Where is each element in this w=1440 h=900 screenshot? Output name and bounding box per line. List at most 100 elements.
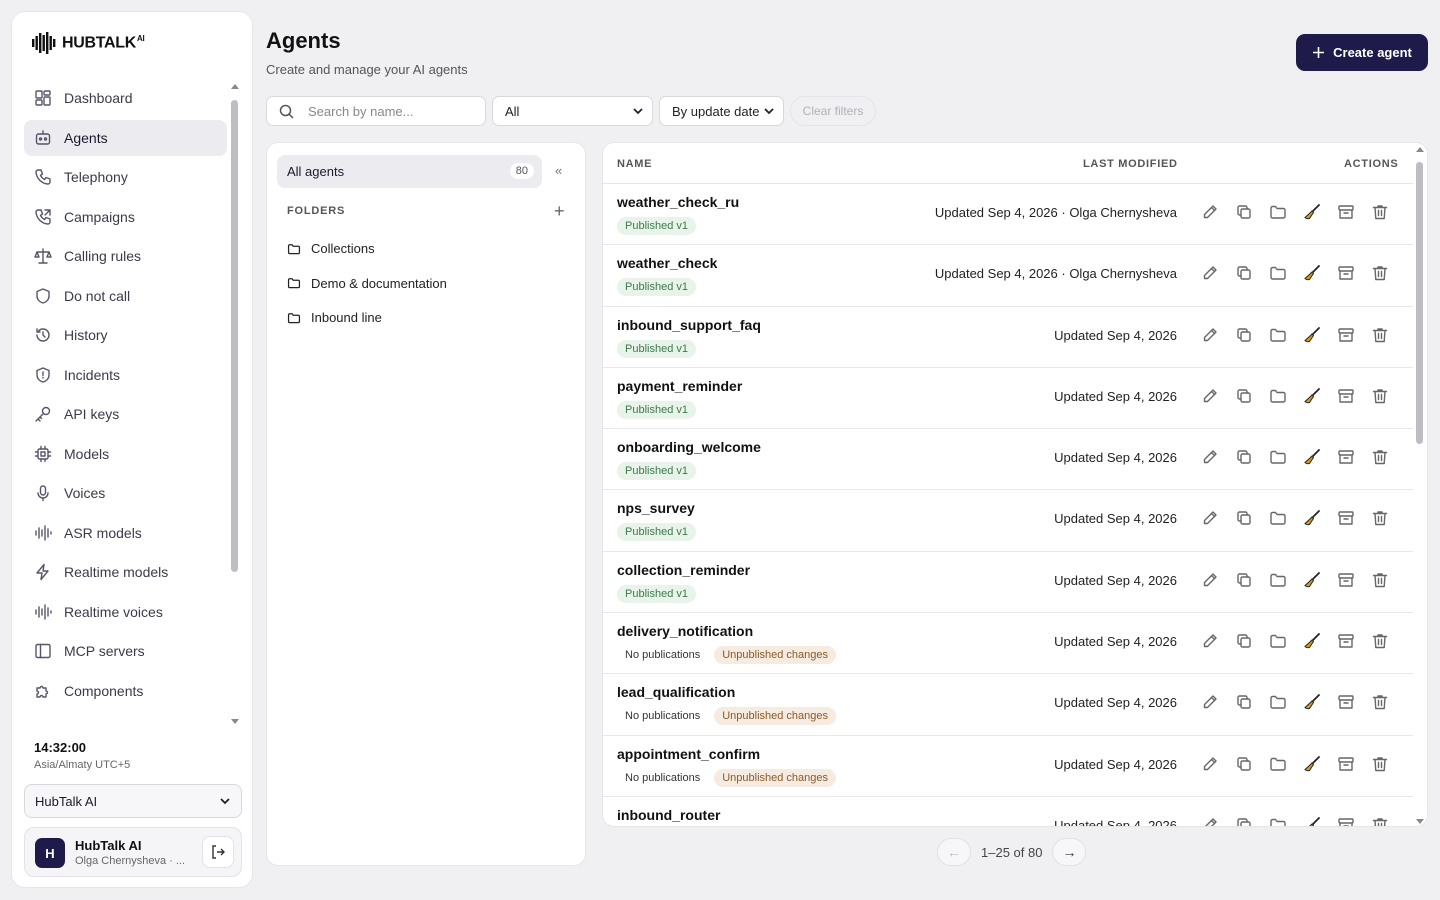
folder-item[interactable]: Demo & documentation xyxy=(287,276,447,291)
sort-select[interactable]: By update date xyxy=(659,96,784,126)
copy-action-button[interactable] xyxy=(1235,387,1253,405)
broom-action-button[interactable] xyxy=(1303,387,1321,405)
next-page-button[interactable]: → xyxy=(1052,838,1087,866)
broom-action-button[interactable] xyxy=(1303,203,1321,221)
clear-filters-button[interactable]: Clear filters xyxy=(790,96,876,126)
folder-action-button[interactable] xyxy=(1269,387,1287,405)
scroll-down-icon[interactable] xyxy=(1416,819,1424,824)
scroll-up-icon[interactable] xyxy=(231,84,239,89)
table-row[interactable]: nps_survey Published v1 Updated Sep 4, 202… xyxy=(603,490,1413,552)
table-row[interactable]: inbound_router Updated Sep 4, 2026 xyxy=(603,797,1413,826)
table-row[interactable]: delivery_notification No publications Unpu… xyxy=(603,613,1413,675)
copy-action-button[interactable] xyxy=(1235,203,1253,221)
folder-action-button[interactable] xyxy=(1269,571,1287,589)
sidebar-item-calling-rules[interactable]: Calling rules xyxy=(24,238,227,274)
broom-action-button[interactable] xyxy=(1303,755,1321,773)
trash-action-button[interactable] xyxy=(1371,387,1389,405)
sidebar-item-agents[interactable]: Agents xyxy=(24,119,227,156)
table-row[interactable]: weather_check Published v1 Updated Sep 4, … xyxy=(603,245,1413,307)
folder-action-button[interactable] xyxy=(1269,509,1287,527)
table-row[interactable]: onboarding_welcome Published v1 Updated Se… xyxy=(603,429,1413,491)
sidebar-item-telephony[interactable]: Telephony xyxy=(24,159,227,195)
copy-action-button[interactable] xyxy=(1235,571,1253,589)
sidebar-item-api-keys[interactable]: API keys xyxy=(24,396,227,432)
agent-name[interactable]: inbound_router xyxy=(617,807,720,823)
archive-action-button[interactable] xyxy=(1337,755,1355,773)
scroll-up-icon[interactable] xyxy=(1416,147,1424,152)
sidebar-item-voices[interactable]: Voices xyxy=(24,475,227,511)
agent-name[interactable]: weather_check xyxy=(617,255,717,271)
folder-action-button[interactable] xyxy=(1269,203,1287,221)
copy-action-button[interactable] xyxy=(1235,693,1253,711)
trash-action-button[interactable] xyxy=(1371,509,1389,527)
folder-action-button[interactable] xyxy=(1269,448,1287,466)
sidebar-item-models[interactable]: Models xyxy=(24,436,227,472)
agent-name[interactable]: weather_check_ru xyxy=(617,194,739,210)
sidebar-item-campaigns[interactable]: Campaigns xyxy=(24,199,227,235)
trash-action-button[interactable] xyxy=(1371,571,1389,589)
collapse-panel-button[interactable]: « xyxy=(555,163,562,178)
trash-action-button[interactable] xyxy=(1371,448,1389,466)
edit-action-button[interactable] xyxy=(1201,264,1219,282)
column-name-header[interactable]: NAME xyxy=(617,158,652,170)
agent-name[interactable]: nps_survey xyxy=(617,500,695,516)
archive-action-button[interactable] xyxy=(1337,448,1355,466)
archive-action-button[interactable] xyxy=(1337,571,1355,589)
agent-name[interactable]: delivery_notification xyxy=(617,623,753,639)
brand-logo[interactable]: HUBTALKAI xyxy=(32,32,145,54)
table-row[interactable]: lead_qualification No publications Unpubli… xyxy=(603,674,1413,736)
trash-action-button[interactable] xyxy=(1371,755,1389,773)
status-filter-select[interactable]: All xyxy=(492,96,653,126)
logout-button[interactable] xyxy=(202,836,234,868)
edit-action-button[interactable] xyxy=(1201,509,1219,527)
table-row[interactable]: appointment_confirm No publications Unpubl… xyxy=(603,736,1413,797)
agent-name[interactable]: payment_reminder xyxy=(617,378,742,394)
broom-action-button[interactable] xyxy=(1303,632,1321,650)
trash-action-button[interactable] xyxy=(1371,693,1389,711)
edit-action-button[interactable] xyxy=(1201,632,1219,650)
edit-action-button[interactable] xyxy=(1201,448,1219,466)
edit-action-button[interactable] xyxy=(1201,203,1219,221)
archive-action-button[interactable] xyxy=(1337,509,1355,527)
agent-name[interactable]: lead_qualification xyxy=(617,684,735,700)
folder-action-button[interactable] xyxy=(1269,816,1287,826)
broom-action-button[interactable] xyxy=(1303,816,1321,826)
scroll-down-icon[interactable] xyxy=(231,719,239,724)
broom-action-button[interactable] xyxy=(1303,326,1321,344)
edit-action-button[interactable] xyxy=(1201,755,1219,773)
sidebar-item-history[interactable]: History xyxy=(24,317,227,353)
table-row[interactable]: collection_reminder Published v1 Updated S… xyxy=(603,552,1413,614)
agent-name[interactable]: appointment_confirm xyxy=(617,746,760,762)
trash-action-button[interactable] xyxy=(1371,632,1389,650)
table-row[interactable]: payment_reminder Published v1 Updated Sep … xyxy=(603,368,1413,430)
all-agents-item[interactable]: All agents 80 xyxy=(277,155,542,188)
broom-action-button[interactable] xyxy=(1303,693,1321,711)
edit-action-button[interactable] xyxy=(1201,693,1219,711)
broom-action-button[interactable] xyxy=(1303,571,1321,589)
broom-action-button[interactable] xyxy=(1303,264,1321,282)
sidebar-item-mcp-servers[interactable]: MCP servers xyxy=(24,633,227,669)
org-select[interactable]: HubTalk AI xyxy=(24,784,242,818)
copy-action-button[interactable] xyxy=(1235,264,1253,282)
edit-action-button[interactable] xyxy=(1201,816,1219,826)
sidebar-scrollbar[interactable] xyxy=(230,84,240,724)
folder-action-button[interactable] xyxy=(1269,264,1287,282)
archive-action-button[interactable] xyxy=(1337,693,1355,711)
column-modified-header[interactable]: LAST MODIFIED xyxy=(1083,158,1178,170)
archive-action-button[interactable] xyxy=(1337,203,1355,221)
sidebar-item-components[interactable]: Components xyxy=(24,673,227,709)
archive-action-button[interactable] xyxy=(1337,816,1355,826)
trash-action-button[interactable] xyxy=(1371,816,1389,826)
folder-action-button[interactable] xyxy=(1269,755,1287,773)
edit-action-button[interactable] xyxy=(1201,326,1219,344)
table-row[interactable]: weather_check_ru Published v1 Updated Sep … xyxy=(603,184,1413,246)
folder-action-button[interactable] xyxy=(1269,326,1287,344)
agent-name[interactable]: onboarding_welcome xyxy=(617,439,761,455)
prev-page-button[interactable]: ← xyxy=(937,838,971,866)
agent-name[interactable]: inbound_support_faq xyxy=(617,317,761,333)
agent-name[interactable]: collection_reminder xyxy=(617,562,750,578)
table-row[interactable]: inbound_support_faq Published v1 Updated S… xyxy=(603,307,1413,368)
create-agent-button[interactable]: Create agent xyxy=(1296,34,1428,71)
copy-action-button[interactable] xyxy=(1235,816,1253,826)
broom-action-button[interactable] xyxy=(1303,448,1321,466)
